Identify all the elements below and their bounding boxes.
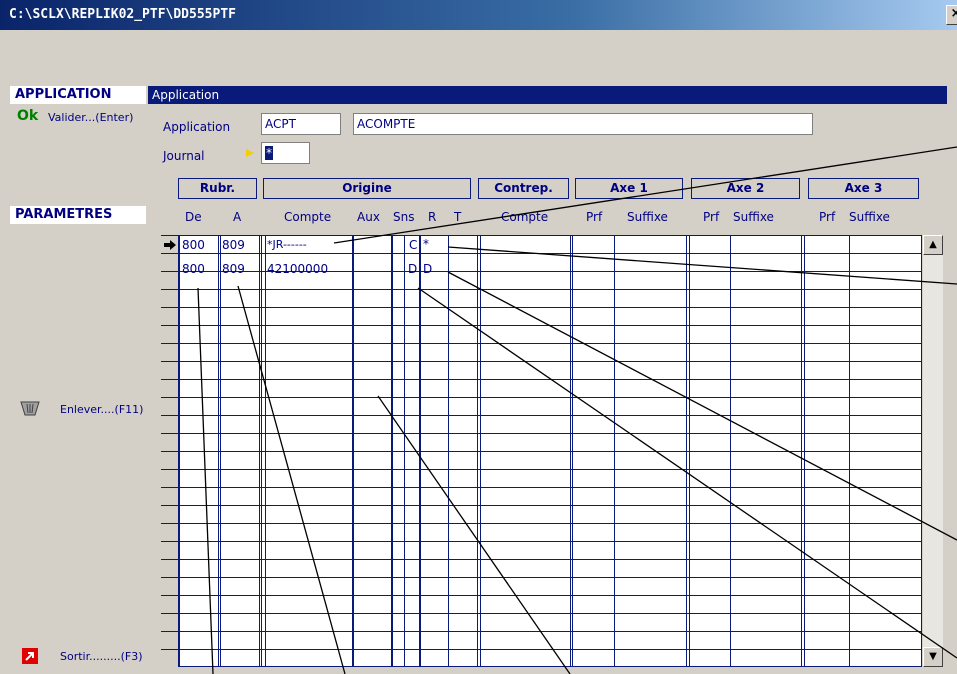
col-suffixe-3: Suffixe (849, 210, 890, 224)
col-a: A (233, 210, 242, 224)
window-title: C:\SCLX\REPLIK02_PTF\DD555PTF (9, 7, 236, 22)
row2-de[interactable]: 800 (182, 262, 205, 276)
journal-label: Journal (163, 149, 205, 163)
group-axe1: Axe 1 (575, 178, 683, 199)
application-header: APPLICATION (10, 86, 146, 104)
row1-sns[interactable]: C (409, 238, 417, 252)
col-de: De (185, 210, 202, 224)
col-suffixe-1: Suffixe (627, 210, 668, 224)
application-code-field[interactable]: ACPT (261, 113, 341, 135)
application-window: C:\SCLX\REPLIK02_PTF\DD555PTF × APPLICAT… (0, 0, 957, 674)
row1-compte[interactable]: *JR------ (267, 238, 307, 251)
title-bar: C:\SCLX\REPLIK02_PTF\DD555PTF × (0, 0, 957, 30)
col-suffixe-2: Suffixe (733, 210, 774, 224)
col-prf-1: Prf (586, 210, 603, 224)
arrow-right-icon (164, 240, 176, 250)
col-t: T (454, 210, 462, 224)
col-prf-3: Prf (819, 210, 836, 224)
journal-value: * (265, 146, 273, 160)
row1-r[interactable]: * (423, 237, 429, 251)
trash-icon[interactable] (20, 400, 40, 416)
close-button[interactable]: × (946, 5, 957, 25)
grid-lines (161, 235, 922, 667)
col-prf-2: Prf (703, 210, 720, 224)
application-label: Application (163, 120, 231, 134)
row2-compte[interactable]: 42100000 (267, 262, 328, 276)
parametres-header: PARAMETRES (10, 206, 146, 224)
col-sns: Sns (393, 210, 415, 224)
col-compte: Compte (284, 210, 332, 224)
group-rubr: Rubr. (178, 178, 257, 199)
section-bar: Application (148, 86, 947, 104)
journal-field[interactable]: * (261, 142, 310, 164)
arrow-down-icon[interactable]: ▼ (923, 647, 943, 667)
application-desc-field[interactable]: ACOMPTE (353, 113, 813, 135)
col-aux: Aux (357, 210, 380, 224)
sortir-button[interactable]: Sortir.........(F3) (60, 650, 143, 663)
required-marker-icon (246, 149, 254, 157)
arrow-up-icon[interactable]: ▲ (923, 235, 943, 255)
data-grid[interactable] (161, 235, 922, 667)
exit-icon[interactable] (22, 648, 38, 664)
group-contrep: Contrep. (478, 178, 569, 199)
enlever-button[interactable]: Enlever....(F11) (60, 403, 143, 416)
group-axe2: Axe 2 (691, 178, 800, 199)
group-axe3: Axe 3 (808, 178, 919, 199)
col-compte-contrep: Compte (501, 210, 549, 224)
row2-r[interactable]: D (423, 262, 432, 276)
ok-icon[interactable]: Ok (17, 108, 38, 124)
vertical-scrollbar[interactable]: ▲ ▼ (923, 235, 943, 667)
group-origine: Origine (263, 178, 471, 199)
row2-a[interactable]: 809 (222, 262, 245, 276)
row2-sns[interactable]: D (408, 262, 417, 276)
col-r: R (428, 210, 437, 224)
row1-a[interactable]: 809 (222, 238, 245, 252)
row1-de[interactable]: 800 (182, 238, 205, 252)
valider-button[interactable]: Valider...(Enter) (48, 111, 133, 124)
